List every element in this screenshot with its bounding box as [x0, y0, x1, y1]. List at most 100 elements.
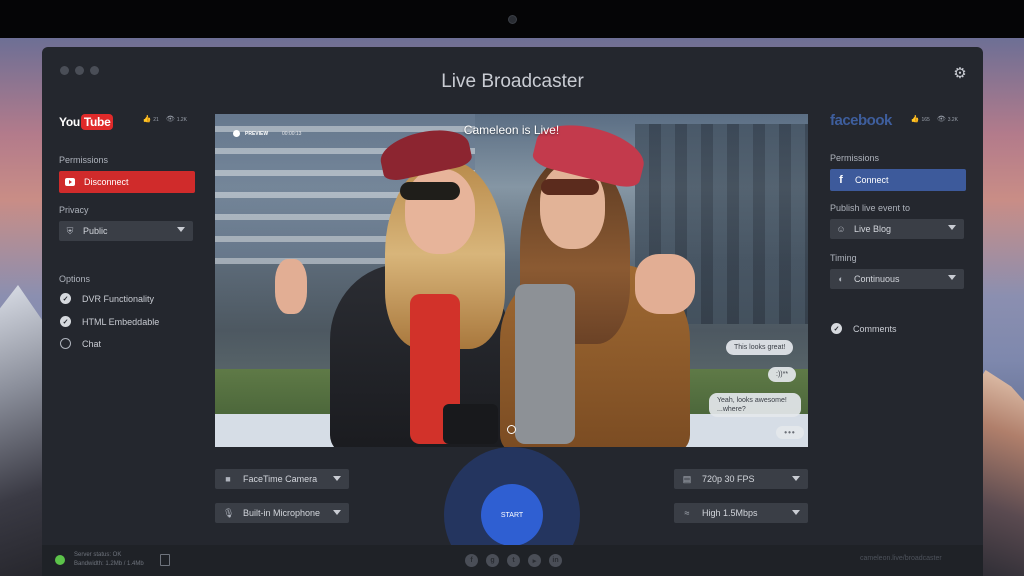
facebook-connect-button[interactable]: f Connect: [830, 169, 966, 191]
youtube-panel: You Tube 👍 21 👁 1.2K Permissions Disconnec…: [59, 109, 197, 349]
chat-bubble-line: ...where?: [717, 406, 746, 413]
user-icon: ☺: [836, 224, 846, 234]
privacy-select[interactable]: ⛨ Public: [59, 221, 193, 241]
wifi-icon: ≈: [684, 508, 690, 518]
chevron-down-icon: [333, 510, 341, 515]
facebook-stats: 👍 165 👁 3.2K: [911, 116, 958, 123]
chat-bubble: This looks great!: [726, 340, 794, 355]
broadcaster-link[interactable]: cameleon.live/broadcaster: [860, 555, 942, 562]
options-label: Options: [59, 274, 91, 284]
checkmark-icon: ✓: [60, 316, 71, 327]
chat-bubble: :))**: [768, 367, 797, 382]
publish-target-select[interactable]: ☺ Live Blog: [830, 219, 964, 239]
resolution-value: 720p 30 FPS: [702, 474, 755, 484]
timing-label: Timing: [830, 253, 857, 263]
option-label: DVR Functionality: [82, 293, 155, 304]
facebook-panel: facebook 👍 165 👁 3.2K Permissions f Connec…: [830, 109, 968, 334]
bitrate-select[interactable]: ≈ High 1.5Mbps: [674, 503, 808, 523]
chat-bubble-line: Yeah, looks awesome!: [717, 397, 787, 404]
facebook-permissions-label: Permissions: [830, 153, 880, 163]
eye-icon: 👁: [165, 116, 175, 123]
social-links: f g t ▸ in: [465, 554, 562, 567]
option-label: HTML Embeddable: [82, 316, 160, 327]
connect-label: Connect: [855, 175, 889, 185]
shield-icon: ⛨: [66, 225, 74, 236]
monitor-bezel: [0, 0, 1024, 38]
chevron-down-icon: [333, 476, 341, 481]
microphone-icon: 🎙: [223, 507, 235, 518]
facebook-header: facebook 👍 165 👁 3.2K: [830, 109, 968, 131]
thumbs-up-icon: 👍: [142, 116, 152, 123]
app-title: Live Broadcaster: [441, 71, 584, 92]
chat-bubble: Yeah, looks awesome! ...where?: [709, 393, 801, 417]
bitrate-value: High 1.5Mbps: [702, 508, 758, 518]
facebook-likes: 165: [921, 116, 930, 123]
google-plus-icon[interactable]: g: [486, 554, 499, 567]
option-chat[interactable]: Chat: [60, 338, 101, 349]
waving-hand: [635, 254, 695, 314]
facebook-icon[interactable]: f: [465, 554, 478, 567]
option-comments[interactable]: ✓ Comments: [831, 323, 897, 334]
camera-prop: [443, 404, 498, 444]
youtube-logo-you: You: [59, 114, 80, 129]
checkmark-icon: ✓: [831, 323, 842, 334]
server-status-indicator: [55, 555, 65, 565]
option-html-embeddable[interactable]: ✓ HTML Embeddable: [60, 316, 159, 327]
privacy-label: Privacy: [59, 205, 89, 215]
youtube-views: 1.2K: [176, 116, 187, 123]
server-status: Server status: OK: [74, 552, 122, 558]
microphone-select[interactable]: 🎙 Built-in Microphone: [215, 503, 349, 523]
timing-select[interactable]: ◐ Continuous: [830, 269, 964, 289]
facebook-logo: facebook: [830, 112, 892, 129]
disconnect-label: Disconnect: [84, 177, 129, 187]
video-preview[interactable]: PREVIEW 00:00:13 Cameleon is Live! This …: [215, 114, 808, 447]
twitter-icon[interactable]: t: [507, 554, 520, 567]
bandwidth-status: Bandwidth: 1.2Mb / 1.4Mb: [74, 561, 144, 567]
youtube-disconnect-button[interactable]: Disconnect: [59, 171, 195, 193]
youtube-stats: 👍 21 👁 1.2K: [143, 116, 187, 123]
facebook-f-icon: f: [839, 174, 843, 186]
resolution-select[interactable]: ▤ 720p 30 FPS: [674, 469, 808, 489]
timer-icon: ◐: [838, 274, 844, 284]
eye-icon: 👁: [936, 116, 946, 123]
status-footer: Server status: OK Bandwidth: 1.2Mb / 1.4…: [42, 545, 983, 576]
timing-value: Continuous: [854, 274, 900, 284]
thumbs-up-icon: 👍: [910, 116, 920, 123]
chevron-down-icon: [792, 476, 800, 481]
unchecked-circle-icon: [60, 338, 71, 349]
microphone-value: Built-in Microphone: [243, 508, 321, 518]
privacy-value: Public: [83, 226, 108, 236]
youtube-likes: 21: [153, 116, 159, 123]
typing-indicator: •••: [776, 426, 804, 439]
publish-label: Publish live event to: [830, 203, 911, 213]
live-title-overlay: Cameleon is Live!: [463, 123, 560, 137]
peace-sign-hand: [275, 259, 307, 314]
start-button[interactable]: START: [481, 484, 543, 546]
youtube-permissions-label: Permissions: [59, 155, 109, 165]
chevron-down-icon: [792, 510, 800, 515]
log-document-icon[interactable]: [160, 554, 170, 566]
youtube-logo: You Tube: [59, 113, 114, 130]
webcam-lens: [508, 15, 517, 24]
gear-icon[interactable]: ⚙: [952, 66, 968, 82]
comments-label: Comments: [853, 323, 897, 334]
youtube-play-icon: [65, 178, 75, 186]
facebook-views: 3.2K: [947, 116, 958, 123]
checkmark-icon: ✓: [60, 293, 71, 304]
youtube-header: You Tube 👍 21 👁 1.2K: [59, 109, 197, 131]
chevron-down-icon: [948, 225, 956, 230]
camera-select[interactable]: ■ FaceTime Camera: [215, 469, 349, 489]
zoom-icon[interactable]: [507, 425, 516, 434]
linkedin-icon[interactable]: in: [549, 554, 562, 567]
video-camera-icon: ■: [225, 474, 231, 484]
film-icon: ▤: [682, 473, 692, 484]
youtube-icon[interactable]: ▸: [528, 554, 541, 567]
chevron-down-icon: [177, 227, 185, 232]
camera-value: FaceTime Camera: [243, 474, 318, 484]
person-right-shirt: [515, 284, 575, 444]
option-label: Chat: [82, 338, 102, 349]
person-left-sunglasses: [400, 182, 460, 200]
app-window: Live Broadcaster ⚙ You Tube 👍 21 👁 1.2K Pe…: [42, 47, 983, 576]
publish-value: Live Blog: [854, 224, 892, 234]
option-dvr-functionality[interactable]: ✓ DVR Functionality: [60, 293, 154, 304]
